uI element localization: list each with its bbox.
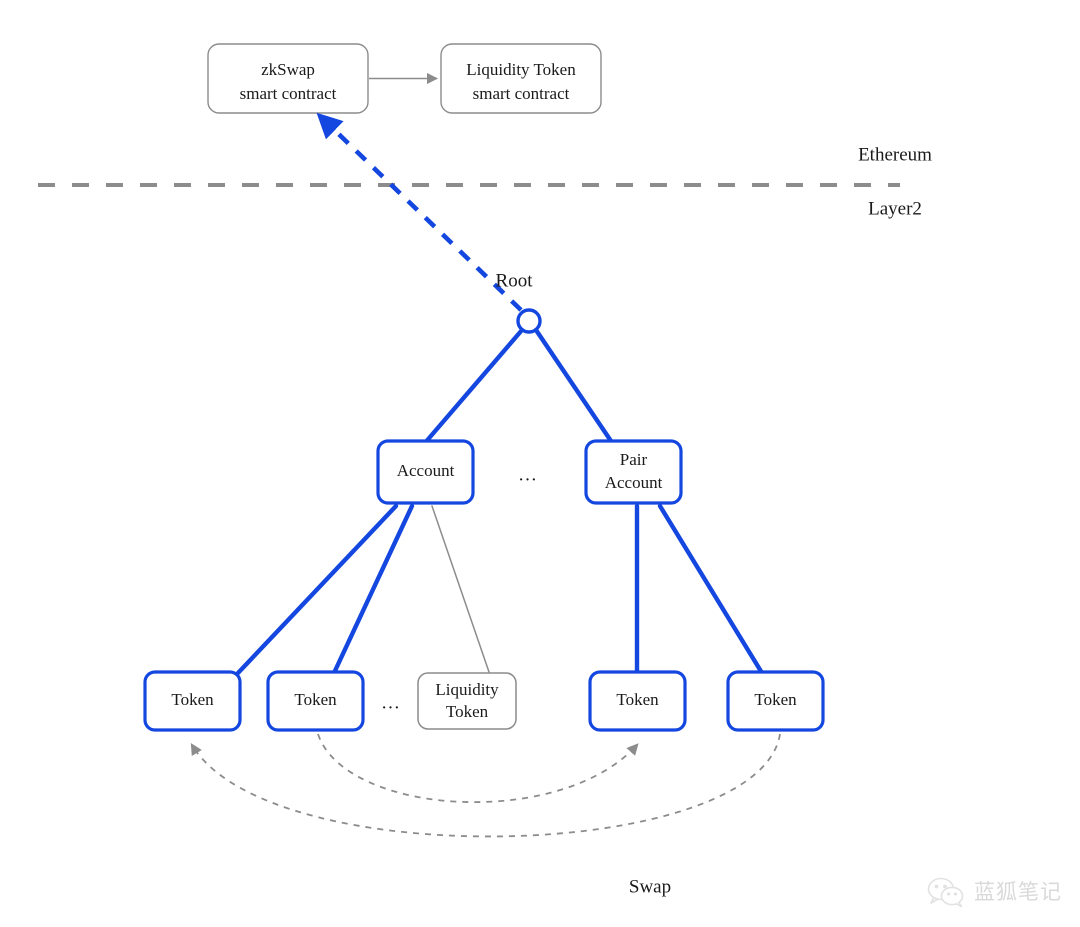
account-node[interactable]: Account	[376, 439, 475, 505]
liquidity-token-contract-label-line1: Liquidity Token	[466, 60, 576, 79]
pair-account-label-line2: Account	[605, 473, 663, 492]
pair-account-label-line1: Pair	[620, 450, 648, 469]
swap-label: Swap	[629, 876, 671, 897]
ethereum-label: Ethereum	[858, 144, 932, 165]
pair-account-node[interactable]: Pair Account	[584, 439, 683, 505]
liquidity-token-contract-label-line2: smart contract	[473, 84, 570, 103]
tokens-row-ellipsis: …	[381, 692, 401, 713]
edge-root-to-account	[421, 327, 525, 447]
token-1-node[interactable]: Token	[143, 670, 242, 732]
edge-root-to-pair-account	[533, 327, 616, 447]
zkswap-contract-label-line1: zkSwap	[261, 60, 315, 79]
zkswap-contract-node[interactable]: zkSwap smart contract	[207, 43, 369, 114]
token-4-label: Token	[616, 690, 659, 709]
token-2-node[interactable]: Token	[266, 670, 365, 732]
layer2-label: Layer2	[868, 198, 922, 219]
liquidity-token-node[interactable]: Liquidity Token	[417, 672, 517, 730]
edge-account-to-liquidity-token	[431, 505, 490, 673]
swap-arrow-token5-to-token1	[190, 733, 781, 838]
token-4-node[interactable]: Token	[588, 670, 687, 732]
token-2-label: Token	[294, 690, 337, 709]
swap-arrow-token2-to-token4	[317, 733, 639, 803]
liquidity-token-contract-node[interactable]: Liquidity Token smart contract	[440, 43, 602, 114]
accounts-row-ellipsis: …	[518, 464, 538, 485]
liquidity-token-label-line2: Token	[446, 702, 489, 721]
token-1-label: Token	[171, 690, 214, 709]
root-label: Root	[496, 270, 534, 291]
edge-pair-account-to-token-5	[657, 503, 765, 676]
token-5-node[interactable]: Token	[726, 670, 825, 732]
token-5-label: Token	[754, 690, 797, 709]
liquidity-token-label-line1: Liquidity	[435, 680, 499, 699]
account-label-line1: Account	[397, 461, 455, 480]
diagram-canvas: Ethereum Layer2 zkSwap smart contract Li…	[38, 43, 932, 897]
root-to-zkswap-dashed-arrow	[316, 112, 523, 312]
diagram-root: Ethereum Layer2 zkSwap smart contract Li…	[0, 0, 1080, 927]
zkswap-contract-label-line2: smart contract	[240, 84, 337, 103]
